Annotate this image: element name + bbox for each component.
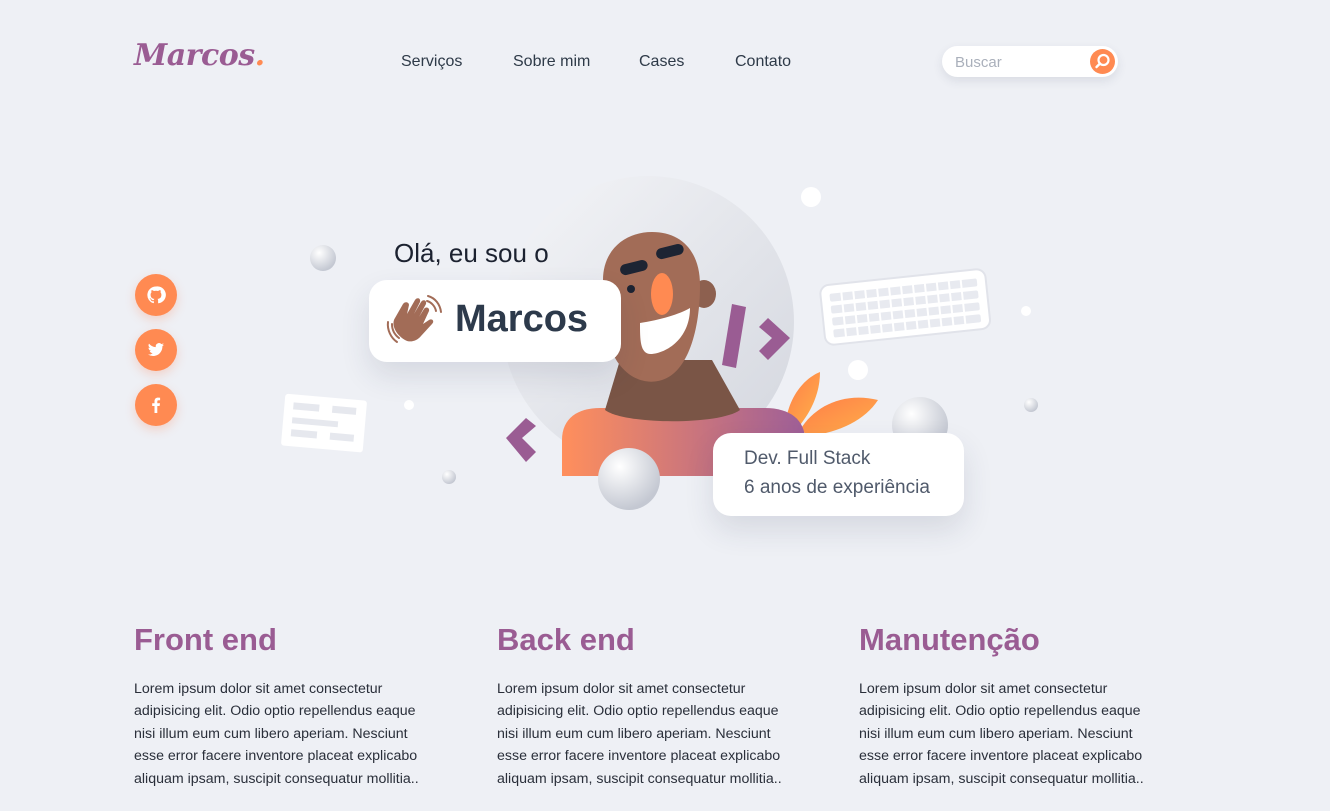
service-manutencao: Manutenção Lorem ipsum dolor sit amet co… [859,622,1149,790]
hero-greeting: Olá, eu sou o [394,238,549,268]
service-description: Lorem ipsum dolor sit amet consectetur a… [134,681,419,787]
decor-dot [404,400,414,410]
decor-sphere [310,245,336,271]
dev-experience: 6 anos de experiência [744,477,930,498]
service-back-end: Back end Lorem ipsum dolor sit amet cons… [497,622,787,790]
hero-name: Marcos [455,298,589,340]
decor-sphere [442,470,456,484]
dev-role: Dev. Full Stack [744,448,871,469]
decor-dot [801,187,821,207]
decor-sphere [1024,398,1038,412]
service-title: Manutenção [859,622,1040,657]
nose [651,273,673,315]
decor-dot [1021,306,1031,316]
dev-card: Dev. Full Stack 6 anos de experiência [713,433,964,516]
service-title: Front end [134,622,277,657]
service-front-end: Front end Lorem ipsum dolor sit amet con… [134,622,424,790]
chevron-left-icon [506,418,536,462]
decor-sphere [598,448,660,510]
service-title: Back end [497,622,635,657]
service-description: Lorem ipsum dolor sit amet consectetur a… [497,681,782,787]
name-card: Marcos [369,280,621,362]
paper-card-illustration [281,393,367,453]
eye [627,285,635,293]
service-description: Lorem ipsum dolor sit amet consectetur a… [859,681,1144,787]
waving-hand-icon [386,295,442,343]
keyboard-illustration [819,268,991,346]
decor-dot [848,360,868,380]
